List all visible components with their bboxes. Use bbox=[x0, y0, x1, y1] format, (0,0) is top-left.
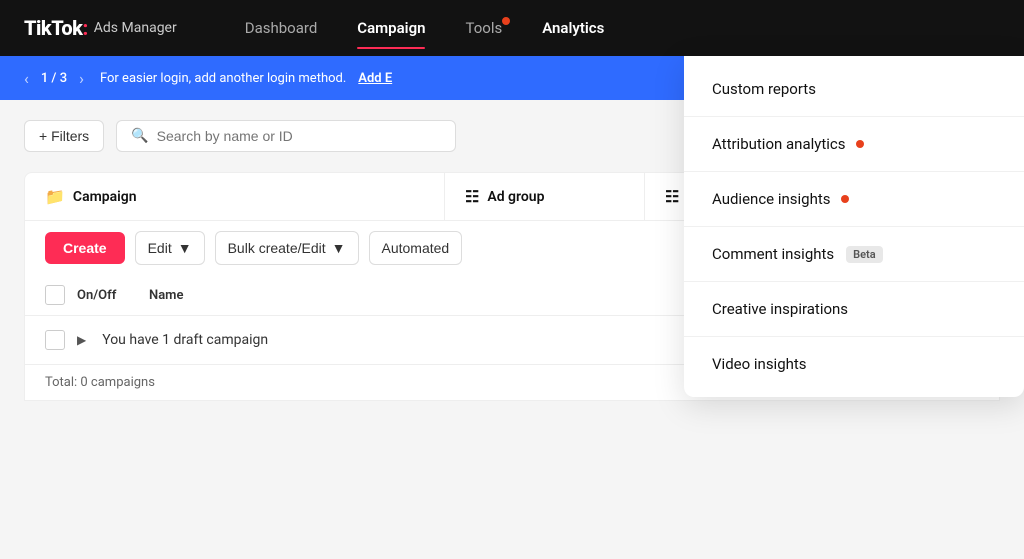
campaign-section-header: 📁 Campaign bbox=[25, 173, 445, 220]
dropdown-label-audience-insights: Audience insights bbox=[712, 190, 831, 208]
banner-page-indicator: 1 / 3 bbox=[41, 71, 67, 86]
audience-insights-new-dot bbox=[841, 195, 849, 203]
nav-dashboard[interactable]: Dashboard bbox=[229, 11, 334, 45]
banner-next-arrow[interactable]: › bbox=[75, 67, 88, 90]
ad-icon: ☷ bbox=[665, 187, 679, 206]
bulk-chevron-icon: ▼ bbox=[332, 240, 346, 256]
folder-icon: 📁 bbox=[45, 187, 65, 206]
dropdown-item-comment-insights[interactable]: Comment insights Beta bbox=[684, 229, 1024, 279]
dropdown-label-creative-inspirations: Creative inspirations bbox=[712, 300, 848, 318]
dropdown-label-comment-insights: Comment insights bbox=[712, 245, 834, 263]
dropdown-item-video-insights[interactable]: Video insights bbox=[684, 339, 1024, 389]
nav-analytics[interactable]: Analytics bbox=[526, 11, 620, 45]
banner-prev-arrow[interactable]: ‹ bbox=[20, 67, 33, 90]
nav-links: Dashboard Campaign Tools Analytics bbox=[229, 11, 1000, 45]
dropdown-divider bbox=[684, 171, 1024, 172]
edit-button[interactable]: Edit ▼ bbox=[135, 231, 205, 265]
row-checkbox[interactable] bbox=[45, 330, 65, 350]
attribution-analytics-new-dot bbox=[856, 140, 864, 148]
adgroup-section-header: ☷ Ad group bbox=[445, 173, 645, 220]
row-campaign-name: You have 1 draft campaign bbox=[102, 332, 268, 348]
comment-insights-beta-badge: Beta bbox=[846, 246, 883, 263]
banner-navigation: ‹ 1 / 3 › bbox=[20, 67, 88, 90]
automated-button[interactable]: Automated bbox=[369, 231, 463, 265]
brand-subtitle: Ads Manager bbox=[94, 20, 177, 36]
banner-action-link[interactable]: Add E bbox=[358, 71, 392, 86]
tools-notification-dot bbox=[502, 17, 510, 25]
nav-campaign[interactable]: Campaign bbox=[341, 11, 441, 45]
dropdown-divider bbox=[684, 281, 1024, 282]
search-input[interactable] bbox=[157, 128, 442, 144]
top-navigation: TikTok: Ads Manager Dashboard Campaign T… bbox=[0, 0, 1024, 56]
banner-message: For easier login, add another login meth… bbox=[100, 71, 346, 86]
dropdown-label-attribution-analytics: Attribution analytics bbox=[712, 135, 846, 153]
search-icon: 🔍 bbox=[131, 128, 148, 144]
adgroup-section-label: Ad group bbox=[487, 189, 544, 205]
brand-logo: TikTok: Ads Manager bbox=[24, 16, 177, 40]
dropdown-label-video-insights: Video insights bbox=[712, 355, 807, 373]
footer-total: Total: 0 campaigns bbox=[45, 375, 155, 390]
adgroup-icon: ☷ bbox=[465, 187, 479, 206]
dropdown-divider bbox=[684, 336, 1024, 337]
create-button[interactable]: Create bbox=[45, 232, 125, 264]
dropdown-item-audience-insights[interactable]: Audience insights bbox=[684, 174, 1024, 224]
tiktok-wordmark: TikTok: bbox=[24, 16, 88, 40]
analytics-dropdown: Custom reports Attribution analytics Audie… bbox=[684, 56, 1024, 397]
dropdown-divider bbox=[684, 226, 1024, 227]
dropdown-label-custom-reports: Custom reports bbox=[712, 80, 816, 98]
edit-chevron-icon: ▼ bbox=[178, 240, 192, 256]
campaign-section-label: Campaign bbox=[73, 189, 137, 205]
bulk-button[interactable]: Bulk create/Edit ▼ bbox=[215, 231, 359, 265]
filters-button[interactable]: + Filters bbox=[24, 120, 104, 152]
dropdown-divider bbox=[684, 116, 1024, 117]
nav-tools[interactable]: Tools bbox=[449, 11, 518, 45]
dropdown-item-attribution-analytics[interactable]: Attribution analytics bbox=[684, 119, 1024, 169]
tiktok-colon: : bbox=[82, 16, 87, 40]
row-expand-icon[interactable]: ▶ bbox=[77, 333, 86, 347]
dropdown-item-creative-inspirations[interactable]: Creative inspirations bbox=[684, 284, 1024, 334]
col-header-onoff: On/Off bbox=[77, 288, 137, 303]
search-box: 🔍 bbox=[116, 120, 456, 152]
dropdown-item-custom-reports[interactable]: Custom reports bbox=[684, 64, 1024, 114]
select-all-checkbox[interactable] bbox=[45, 285, 65, 305]
